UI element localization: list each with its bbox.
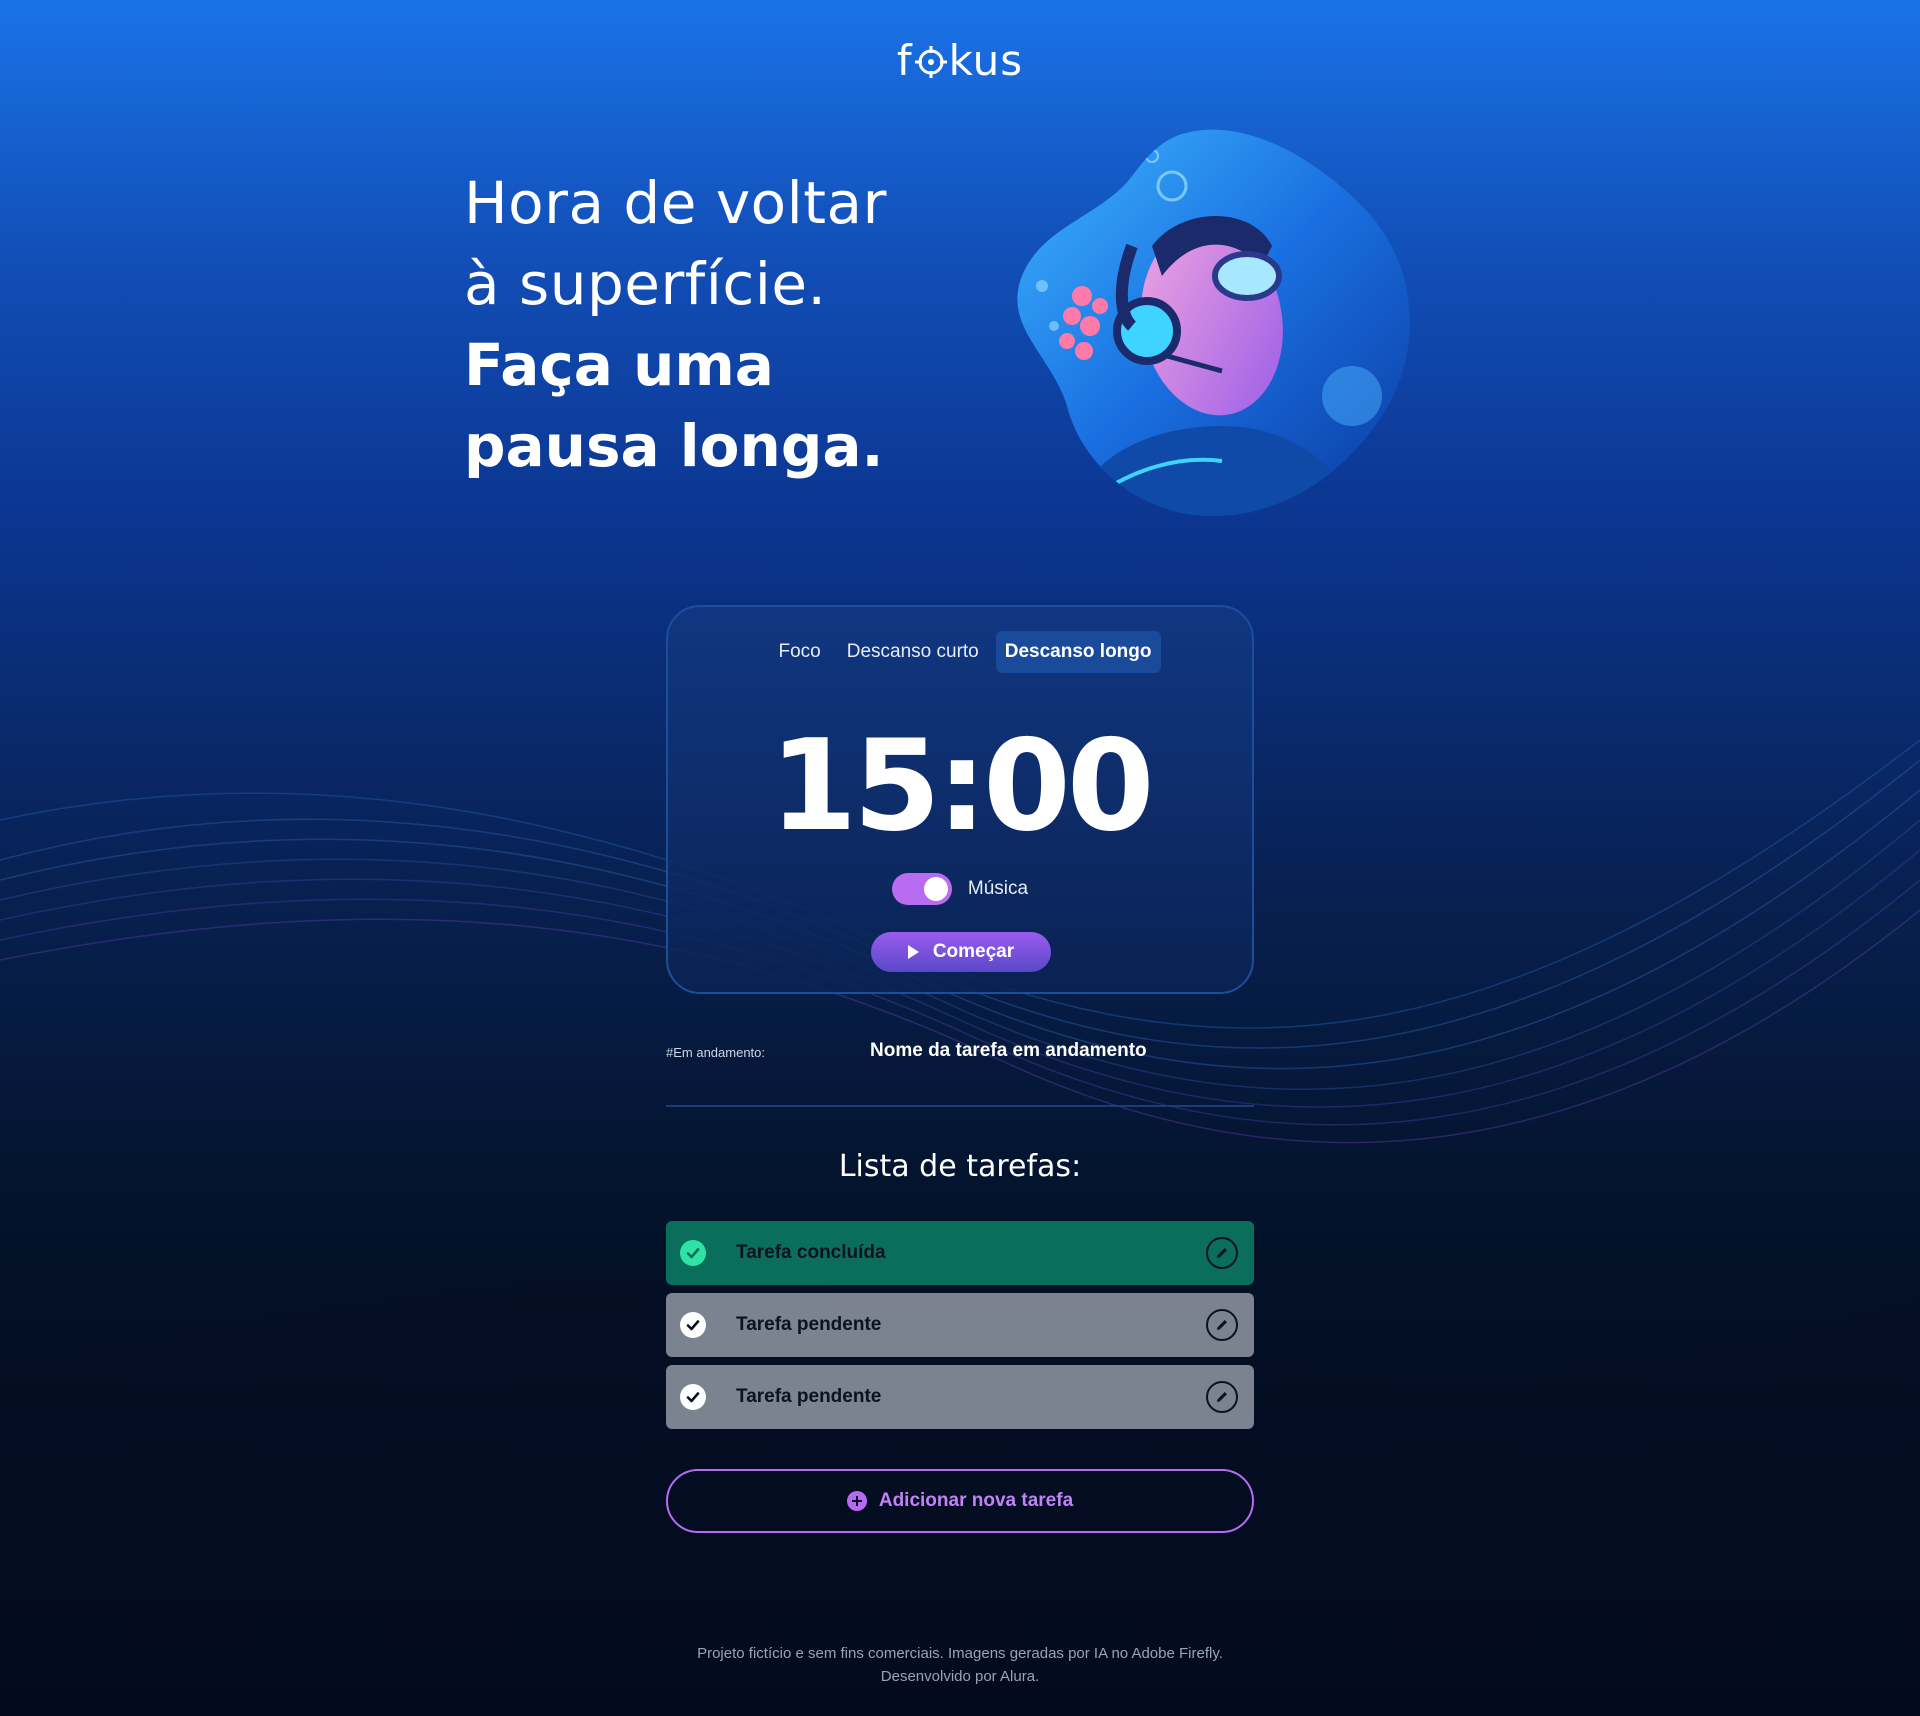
tab-descanso-longo[interactable]: Descanso longo — [995, 631, 1161, 673]
logo-text-start: f — [896, 36, 913, 85]
logo-text-end: kus — [948, 36, 1024, 85]
hero-title-line-3: Faça uma — [464, 331, 774, 399]
start-button-label: Começar — [932, 941, 1015, 962]
tab-descanso-curto[interactable]: Descanso curto — [838, 631, 988, 673]
hero-diver-image — [1017, 129, 1410, 516]
current-task: #Em andamento: Nome da tarefa em andamen… — [666, 1040, 1254, 1107]
footer: Projeto fictício e sem fins comerciais. … — [0, 1642, 1920, 1688]
task-item[interactable]: Tarefa concluída — [666, 1221, 1254, 1285]
music-toggle[interactable] — [891, 873, 952, 905]
timer-card: Foco Descanso curto Descanso longo 15:00… — [666, 605, 1254, 994]
task-label: Tarefa concluída — [736, 1242, 886, 1263]
toggle-knob — [923, 877, 948, 901]
music-control: Música — [668, 873, 1252, 905]
tab-foco[interactable]: Foco — [769, 631, 829, 673]
add-task-label: Adicionar nova tarefa — [878, 1490, 1074, 1511]
edit-pencil-icon[interactable] — [1206, 1237, 1238, 1269]
task-label: Tarefa pendente — [736, 1386, 882, 1407]
current-task-label: #Em andamento: — [666, 1045, 766, 1060]
check-icon[interactable] — [680, 1384, 706, 1410]
add-task-button[interactable]: Adicionar nova tarefa — [666, 1469, 1254, 1533]
timer-mode-tabs: Foco Descanso curto Descanso longo — [668, 631, 1252, 673]
check-icon[interactable] — [680, 1240, 706, 1266]
start-button[interactable]: Começar — [871, 932, 1051, 972]
hero-title-line-1: Hora de voltar — [464, 169, 887, 237]
task-list-title: Lista de tarefas: — [838, 1149, 1082, 1184]
music-label: Música — [967, 878, 1029, 899]
task-list: Tarefa concluída Tarefa pendente Tarefa … — [666, 1221, 1254, 1437]
hero-title-line-4: pausa longa. — [464, 412, 884, 480]
footer-disclaimer: Projeto fictício e sem fins comerciais. … — [697, 1645, 1223, 1662]
edit-pencil-icon[interactable] — [1206, 1309, 1238, 1341]
fokus-logo[interactable]: f kus — [0, 36, 1920, 85]
hero-title-line-2: à superfície. — [464, 250, 827, 318]
edit-pencil-icon[interactable] — [1206, 1381, 1238, 1413]
target-icon — [914, 46, 947, 78]
task-item[interactable]: Tarefa pendente — [666, 1293, 1254, 1357]
hero-title: Hora de voltar à superfície. Faça uma pa… — [464, 163, 964, 487]
current-task-name: Nome da tarefa em andamento — [870, 1040, 1147, 1061]
play-icon — [907, 945, 919, 959]
plus-circle-icon — [846, 1491, 867, 1511]
check-icon[interactable] — [680, 1312, 706, 1338]
footer-credit: Desenvolvido por Alura. — [880, 1668, 1040, 1685]
task-item[interactable]: Tarefa pendente — [666, 1365, 1254, 1429]
timer-display: 15:00 — [769, 712, 1154, 859]
task-label: Tarefa pendente — [736, 1314, 882, 1335]
